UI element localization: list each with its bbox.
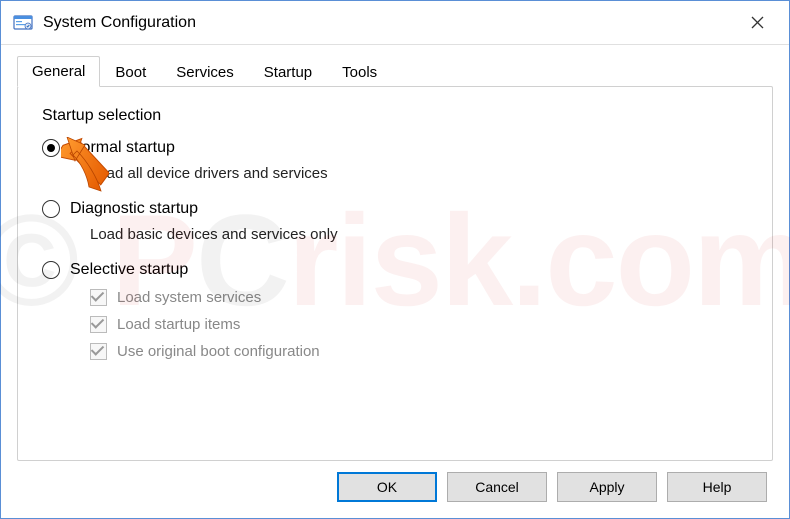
checkbox-icon [90, 289, 107, 306]
checkbox-icon [90, 316, 107, 333]
radio-label: Selective startup [70, 261, 188, 279]
radio-selective-startup[interactable]: Selective startup [42, 261, 748, 279]
radio-desc-normal: Load all device drivers and services [90, 165, 748, 182]
tab-tools[interactable]: Tools [327, 57, 392, 87]
checkbox-label: Use original boot configuration [117, 343, 320, 360]
checkbox-label: Load startup items [117, 316, 240, 333]
radio-label: Diagnostic startup [70, 200, 198, 218]
radio-normal-startup[interactable]: Normal startup [42, 139, 748, 157]
tabstrip: General Boot Services Startup Tools [17, 55, 773, 86]
group-label: Startup selection [42, 107, 748, 125]
dialog-button-row: OK Cancel Apply Help [337, 472, 767, 502]
radio-label: Normal startup [70, 139, 175, 157]
radio-desc-diagnostic: Load basic devices and services only [90, 226, 748, 243]
tab-general[interactable]: General [17, 56, 100, 87]
radio-icon [42, 139, 60, 157]
checkbox-original-boot-config: Use original boot configuration [90, 343, 748, 360]
titlebar: System Configuration [1, 1, 789, 45]
radio-diagnostic-startup[interactable]: Diagnostic startup [42, 200, 748, 218]
msconfig-icon [13, 14, 33, 32]
help-button[interactable]: Help [667, 472, 767, 502]
radio-icon [42, 261, 60, 279]
checkbox-label: Load system services [117, 289, 261, 306]
checkbox-load-startup-items: Load startup items [90, 316, 748, 333]
apply-button[interactable]: Apply [557, 472, 657, 502]
tab-startup[interactable]: Startup [249, 57, 327, 87]
close-button[interactable] [737, 8, 777, 38]
window-title: System Configuration [43, 14, 737, 32]
ok-button[interactable]: OK [337, 472, 437, 502]
content-area: General Boot Services Startup Tools Star… [1, 45, 789, 461]
checkbox-icon [90, 343, 107, 360]
radio-icon [42, 200, 60, 218]
checkbox-load-system-services: Load system services [90, 289, 748, 306]
tab-boot[interactable]: Boot [100, 57, 161, 87]
cancel-button[interactable]: Cancel [447, 472, 547, 502]
tab-services[interactable]: Services [161, 57, 249, 87]
system-configuration-window: System Configuration General Boot Servic… [0, 0, 790, 519]
tab-panel-general: Startup selection Normal startup Load al… [17, 86, 773, 461]
